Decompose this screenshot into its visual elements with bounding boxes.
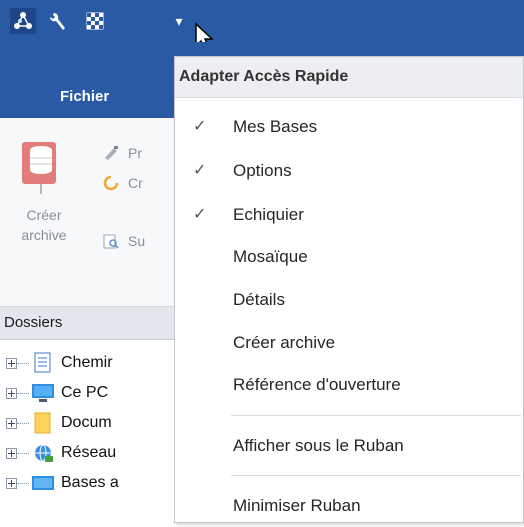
menu-separator — [231, 475, 521, 476]
tree-item-label: Chemir — [61, 354, 113, 371]
menu-item-label: Mosaïque — [233, 247, 308, 266]
tree-item[interactable]: Chemir — [0, 348, 113, 378]
tab-fichier[interactable]: Fichier — [60, 88, 109, 105]
customize-quick-access-menu: Adapter Accès Rapide ✓ Mes Bases ✓ Optio… — [174, 56, 524, 523]
chevron-down-icon: ▾ — [175, 12, 183, 29]
menu-item-options[interactable]: ✓ Options — [175, 150, 523, 192]
menu-item-creer-archive[interactable]: Créer archive — [175, 322, 523, 364]
ribbon-small-button-2-label: Cr — [128, 175, 143, 191]
brush-icon — [100, 142, 122, 164]
check-icon: ✓ — [193, 206, 207, 223]
menu-item-label: Afficher sous le Ruban — [233, 436, 404, 455]
expand-icon[interactable] — [6, 447, 17, 459]
expand-icon[interactable] — [6, 417, 17, 429]
ribbon-small-button-3[interactable]: Su — [100, 230, 145, 252]
menu-title: Adapter Accès Rapide — [175, 57, 523, 98]
tree-item[interactable]: Docum — [0, 408, 112, 438]
check-icon: ✓ — [193, 118, 207, 135]
chessboard-icon[interactable] — [82, 8, 108, 34]
create-archive-label-2: archive — [21, 227, 67, 243]
computer-icon — [32, 384, 54, 402]
expand-icon[interactable] — [6, 477, 17, 489]
menu-separator — [231, 415, 521, 416]
menu-item-label: Echiquier — [233, 205, 304, 224]
expand-icon[interactable] — [6, 357, 17, 369]
menu-item-label: Mes Bases — [233, 117, 318, 136]
search-document-icon — [100, 230, 122, 252]
menu-item-label: Détails — [233, 290, 285, 309]
network-globe-icon — [35, 444, 53, 462]
tree-item[interactable]: Ce PC — [0, 378, 108, 408]
folder-icon — [34, 412, 51, 434]
tree-item[interactable]: Réseau — [0, 438, 116, 468]
menu-item-mes-bases[interactable]: ✓ Mes Bases — [175, 106, 523, 148]
menu-item-details[interactable]: Détails — [175, 279, 523, 321]
menu-item-minimiser-ruban[interactable]: Minimiser Ruban — [175, 485, 523, 527]
network-icon[interactable] — [10, 8, 36, 34]
title-bar: ▾ — [0, 0, 524, 52]
wrench-icon[interactable] — [46, 8, 72, 34]
check-icon: ✓ — [193, 162, 207, 179]
tree-item-label: Ce PC — [61, 384, 109, 401]
tree-item-label: Docum — [61, 414, 112, 431]
document-icon — [34, 352, 51, 373]
create-archive-label-1: Créer — [26, 207, 62, 223]
refresh-icon — [100, 172, 122, 194]
menu-item-mosaique[interactable]: Mosaïque — [175, 236, 523, 278]
tree-item[interactable]: Bases a — [0, 468, 119, 498]
menu-item-echiquier[interactable]: ✓ Echiquier — [175, 194, 523, 236]
expand-icon[interactable] — [6, 387, 17, 399]
menu-item-afficher-sous-ruban[interactable]: Afficher sous le Ruban — [175, 425, 523, 467]
tree-item-label: Bases a — [61, 474, 119, 491]
menu-item-label: Référence d'ouverture — [233, 375, 401, 394]
menu-item-label: Minimiser Ruban — [233, 496, 361, 515]
tree-item-label: Réseau — [61, 444, 117, 461]
menu-item-label: Créer archive — [233, 333, 336, 352]
menu-item-reference-ouverture[interactable]: Référence d'ouverture — [175, 364, 523, 406]
database-archive-icon[interactable] — [18, 136, 64, 201]
ribbon-small-button-1[interactable]: Pr — [100, 142, 142, 164]
customize-quick-access-dropdown[interactable]: ▾ — [170, 8, 188, 34]
ribbon-small-button-1-label: Pr — [128, 145, 142, 161]
create-archive-button[interactable]: Créer archive — [2, 205, 86, 245]
database-folder-icon — [32, 476, 54, 490]
ribbon-small-button-3-label: Su — [128, 233, 146, 249]
ribbon-small-button-2[interactable]: Cr — [100, 172, 143, 194]
menu-item-label: Options — [233, 161, 292, 180]
